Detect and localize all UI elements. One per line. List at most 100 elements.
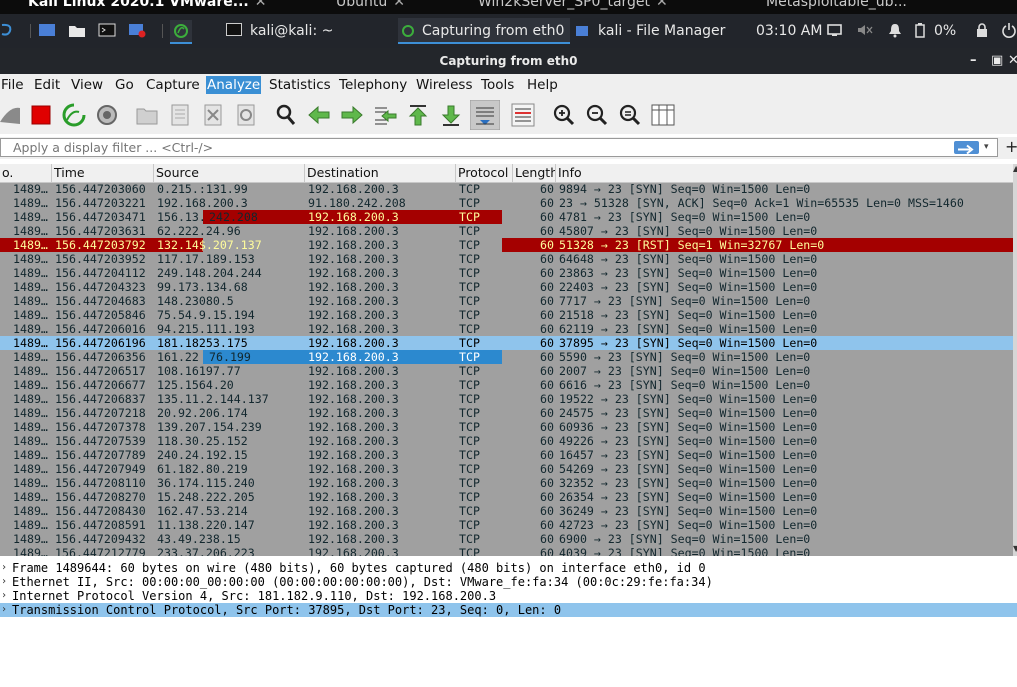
expand-arrow-icon[interactable]: › <box>1 561 7 575</box>
packet-row[interactable]: 1489… 156.447205846 75.54.9.15.194 192.168.… <box>0 308 1013 322</box>
packet-row[interactable]: 1489… 156.447208591 11.138.220.147 192.168.… <box>0 518 1013 532</box>
scroll-down-icon[interactable]: ▼ <box>1013 544 1017 556</box>
auto-scroll-icon[interactable] <box>470 100 500 130</box>
detail-tree-row[interactable]: › Ethernet II, Src: 00:00:00_00:00:00 (00… <box>0 575 1017 589</box>
wireshark-launcher[interactable] <box>170 20 192 44</box>
folder-icon[interactable] <box>68 22 86 38</box>
stop-capture-icon[interactable] <box>28 102 54 128</box>
add-filter-button[interactable]: + <box>1005 137 1017 157</box>
packet-row[interactable]: 1489… 156.447204683 148.23080.5 192.168.200… <box>0 294 1013 308</box>
volume-muted-icon[interactable] <box>856 22 874 38</box>
find-packet-icon[interactable] <box>273 102 299 128</box>
detail-tree-row[interactable]: › Frame 1489644: 60 bytes on wire (480 bi… <box>0 561 1017 575</box>
menu-capture[interactable]: Capture <box>145 76 201 94</box>
menu-go[interactable]: Go <box>114 76 135 94</box>
column-source[interactable]: Source <box>154 164 305 182</box>
packet-row[interactable]: 1489… 156.447207789 240.24.192.15 192.168.2… <box>0 448 1013 462</box>
expand-arrow-icon[interactable]: › <box>1 603 7 617</box>
capture-options-icon[interactable] <box>94 102 120 128</box>
clock[interactable]: 03:10 AM <box>752 18 822 44</box>
packet-row[interactable]: 1489… 156.447203221 192.168.200.3 91.180.24… <box>0 196 1013 210</box>
normal-size-icon[interactable] <box>617 102 643 128</box>
save-file-icon[interactable] <box>167 102 193 128</box>
packet-row[interactable]: 1489… 156.447206517 108.16197.77 192.168.20… <box>0 364 1013 378</box>
go-to-packet-icon[interactable] <box>372 102 398 128</box>
vm-tab-kali[interactable]: Kali Linux 2020.1 VMware... ✕ <box>28 0 266 14</box>
task-wireshark[interactable]: Capturing from eth0 <box>398 18 570 44</box>
expand-arrow-icon[interactable]: › <box>1 589 7 603</box>
go-back-icon[interactable] <box>306 102 332 128</box>
workspace-icon[interactable] <box>38 22 56 38</box>
close-icon[interactable]: ✕ <box>255 0 267 10</box>
colorize-icon[interactable] <box>510 102 536 128</box>
packet-row[interactable]: 1489… 156.447209432 43.49.238.15 192.168.20… <box>0 532 1013 546</box>
packet-row[interactable]: 1489… 156.447208110 36.174.115.240 192.168.… <box>0 476 1013 490</box>
detail-tree-row[interactable]: › Internet Protocol Version 4, Src: 181.1… <box>0 589 1017 603</box>
column-no[interactable]: o. <box>0 164 52 182</box>
close-file-icon[interactable] <box>200 102 226 128</box>
menu-edit[interactable]: Edit <box>33 76 61 94</box>
lock-icon[interactable] <box>974 22 990 38</box>
resize-columns-icon[interactable] <box>650 102 676 128</box>
kali-menu-icon[interactable] <box>0 22 14 38</box>
menu-statistics[interactable]: Statistics <box>268 76 332 94</box>
packet-row[interactable]: 1489… 156.447207378 139.207.154.239 192.168… <box>0 420 1013 434</box>
menu-tools[interactable]: Tools <box>480 76 515 94</box>
vm-tab-win2k[interactable]: Win2kServer_SP0_target ✕ <box>478 0 668 14</box>
packet-row[interactable]: 1489… 156.447204112 249.148.204.244 192.168… <box>0 266 1013 280</box>
packet-row[interactable]: 1489… 156.447208270 15.248.222.205 192.168.… <box>0 490 1013 504</box>
packet-list-scrollbar[interactable] <box>1013 164 1017 556</box>
packet-row[interactable]: 1489… 156.447204323 99.173.134.68 192.168.2… <box>0 280 1013 294</box>
packet-row[interactable]: 1489… 156.447203952 117.17.189.153 192.168.… <box>0 252 1013 266</box>
close-icon[interactable]: ✕ <box>1008 48 1017 74</box>
menu-telephony[interactable]: Telephony <box>338 76 408 94</box>
close-icon[interactable]: ✕ <box>656 0 668 10</box>
packet-row[interactable]: 1489… 156.447208430 162.47.53.214 192.168.2… <box>0 504 1013 518</box>
packet-row[interactable]: 1489… 156.447203792 132.14$.207.137 192.168… <box>0 238 1013 252</box>
packet-row[interactable]: 1489… 156.447206016 94.215.111.193 192.168.… <box>0 322 1013 336</box>
packet-row[interactable]: 1489… 156.447203471 156.13. 242.208 192.168.… <box>0 210 1013 224</box>
packet-row[interactable]: 1489… 156.447203060 0.215.:131.99 192.168.2… <box>0 182 1013 196</box>
task-file-manager[interactable]: kali - File Manager <box>572 18 746 44</box>
vm-tab-ubuntu[interactable]: Ubuntu ✕ <box>336 0 405 14</box>
packet-row[interactable]: 1489… 156.447207218 20.92.206.174 192.168.2… <box>0 406 1013 420</box>
packet-row[interactable]: 1489… 156.447206196 181.18253.175 192.168.2… <box>0 336 1013 350</box>
apply-filter-button[interactable] <box>954 141 979 155</box>
scroll-up-icon[interactable]: ▲ <box>1013 164 1017 178</box>
packet-row[interactable]: 1489… 156.447212779 233.37.206.223 192.168.… <box>0 546 1013 556</box>
restart-capture-icon[interactable] <box>61 102 87 128</box>
expand-arrow-icon[interactable]: › <box>1 575 7 589</box>
minimize-icon[interactable]: – <box>970 48 977 74</box>
battery-icon[interactable] <box>914 22 926 38</box>
notifications-bell-icon[interactable] <box>886 22 904 38</box>
power-icon[interactable] <box>1001 22 1017 38</box>
display-icon[interactable] <box>826 22 844 38</box>
menu-wireless[interactable]: Wireless <box>415 76 474 94</box>
go-first-packet-icon[interactable] <box>405 102 431 128</box>
packet-row[interactable]: 1489… 156.447207539 118.30.25.152 192.168.2… <box>0 434 1013 448</box>
menu-analyze[interactable]: Analyze <box>206 76 262 94</box>
menu-file[interactable]: File <box>0 76 25 94</box>
open-file-icon[interactable] <box>134 102 160 128</box>
column-info[interactable]: Info <box>556 164 1013 182</box>
packet-row[interactable]: 1489… 156.447206677 125.1564.20 192.168.200… <box>0 378 1013 392</box>
close-icon[interactable]: ✕ <box>393 0 405 10</box>
packet-row[interactable]: 1489… 156.447206356 161.22 76.199 192.168.20… <box>0 350 1013 364</box>
window-titlebar[interactable]: Capturing from eth0 – ▣ ✕ <box>0 48 1017 74</box>
packet-list[interactable]: o. Time Source Destination Protocol Leng… <box>0 164 1013 556</box>
menu-view[interactable]: View <box>70 76 104 94</box>
column-protocol[interactable]: Protocol <box>456 164 513 182</box>
filter-dropdown-icon[interactable]: ▾ <box>984 139 996 155</box>
column-length[interactable]: Length <box>513 164 556 182</box>
packet-row[interactable]: 1489… 156.447207949 61.182.80.219 192.168.2… <box>0 462 1013 476</box>
start-capture-icon[interactable] <box>0 102 20 128</box>
menu-help[interactable]: Help <box>526 76 559 94</box>
zoom-in-icon[interactable] <box>551 102 577 128</box>
vm-tab-metasploitable[interactable]: Metasploitable_ub... <box>766 0 907 14</box>
column-time[interactable]: Time <box>52 164 154 182</box>
go-last-packet-icon[interactable] <box>438 102 464 128</box>
zoom-out-icon[interactable] <box>584 102 610 128</box>
display-filter-input[interactable] <box>0 138 998 157</box>
packet-row[interactable]: 1489… 156.447203631 62.222.24.96 192.168.20… <box>0 224 1013 238</box>
task-terminal[interactable]: kali@kali: ~ <box>222 18 396 44</box>
